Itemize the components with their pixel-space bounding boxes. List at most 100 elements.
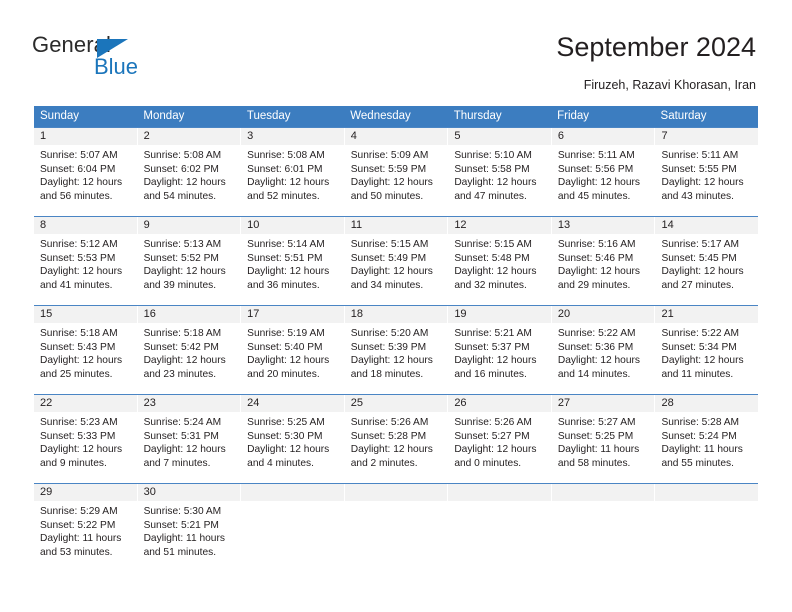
sunrise-text: Sunrise: 5:15 AM <box>350 239 429 250</box>
calendar-day-cell[interactable]: 16 Sunrise: 5:18 AM Sunset: 5:42 PM Dayligh… <box>137 306 242 394</box>
calendar-day-cell[interactable]: 29 Sunrise: 5:29 AM Sunset: 5:22 PM Dayligh… <box>34 484 138 572</box>
day-details: Sunrise: 5:29 AM Sunset: 5:22 PM Daylight:… <box>34 501 137 565</box>
day-number: 27 <box>551 395 655 412</box>
day-number: 6 <box>551 128 655 145</box>
calendar-day-cell[interactable]: 6 Sunrise: 5:11 AM Sunset: 5:56 PM Daylight… <box>551 128 656 216</box>
sunset-text: Sunset: 5:37 PM <box>454 341 530 353</box>
sunset-text: Sunset: 6:04 PM <box>40 163 116 175</box>
daylight-text-line1: Daylight: 12 hours <box>454 177 537 189</box>
daylight-text-line1: Daylight: 12 hours <box>350 355 433 367</box>
calendar-day-cell[interactable]: 1 Sunrise: 5:07 AM Sunset: 6:04 PM Daylight… <box>34 128 138 216</box>
daylight-text-line2: and 39 minutes. <box>143 279 217 291</box>
general-blue-logo[interactable]: General Blue <box>32 32 162 80</box>
day-number: 21 <box>655 306 759 323</box>
calendar-day-cell[interactable]: 8 Sunrise: 5:12 AM Sunset: 5:53 PM Daylight… <box>34 217 138 305</box>
sunrise-text: Sunrise: 5:18 AM <box>40 328 118 339</box>
daylight-text-line2: and 36 minutes. <box>247 279 320 291</box>
daylight-text-line2: and 51 minutes. <box>143 546 217 558</box>
calendar-day-cell[interactable]: 28 Sunrise: 5:28 AM Sunset: 5:24 PM Dayligh… <box>655 395 759 483</box>
calendar-week-row: 8 Sunrise: 5:12 AM Sunset: 5:53 PM Daylight… <box>34 216 759 305</box>
sunset-text: Sunset: 5:34 PM <box>661 341 737 353</box>
calendar-day-cell[interactable]: 21 Sunrise: 5:22 AM Sunset: 5:34 PM Dayligh… <box>655 306 759 394</box>
sunset-text: Sunset: 5:24 PM <box>661 430 737 442</box>
daylight-text-line2: and 41 minutes. <box>40 279 113 291</box>
day-number: 9 <box>137 217 241 234</box>
calendar-day-cell[interactable]: 18 Sunrise: 5:20 AM Sunset: 5:39 PM Dayligh… <box>344 306 449 394</box>
calendar-day-cell[interactable]: 11 Sunrise: 5:15 AM Sunset: 5:49 PM Dayligh… <box>344 217 449 305</box>
sunrise-text: Sunrise: 5:09 AM <box>350 150 429 161</box>
sunrise-text: Sunrise: 5:22 AM <box>557 328 636 339</box>
day-details: Sunrise: 5:08 AM Sunset: 6:01 PM Daylight:… <box>241 145 344 209</box>
calendar-day-cell[interactable]: 5 Sunrise: 5:10 AM Sunset: 5:58 PM Daylight… <box>448 128 552 216</box>
day-number: 17 <box>241 306 344 323</box>
sunrise-text: Sunrise: 5:24 AM <box>143 417 222 428</box>
sunrise-text: Sunrise: 5:21 AM <box>454 328 532 339</box>
sunrise-text: Sunrise: 5:26 AM <box>454 417 532 428</box>
day-number: 11 <box>344 217 448 234</box>
calendar-day-cell[interactable]: 14 Sunrise: 5:17 AM Sunset: 5:45 PM Dayligh… <box>655 217 759 305</box>
calendar-day-cell[interactable]: 4 Sunrise: 5:09 AM Sunset: 5:59 PM Daylight… <box>344 128 449 216</box>
daylight-text-line2: and 14 minutes. <box>557 368 631 380</box>
calendar-day-cell[interactable]: 12 Sunrise: 5:15 AM Sunset: 5:48 PM Dayligh… <box>448 217 552 305</box>
sunset-text: Sunset: 5:53 PM <box>40 252 116 264</box>
calendar-day-cell[interactable]: 26 Sunrise: 5:26 AM Sunset: 5:27 PM Dayligh… <box>448 395 552 483</box>
calendar-day-cell[interactable]: 23 Sunrise: 5:24 AM Sunset: 5:31 PM Dayligh… <box>137 395 242 483</box>
daylight-text-line2: and 16 minutes. <box>454 368 527 380</box>
day-details: Sunrise: 5:17 AM Sunset: 5:45 PM Daylight:… <box>655 234 758 298</box>
calendar-day-cell[interactable]: 20 Sunrise: 5:22 AM Sunset: 5:36 PM Dayligh… <box>551 306 656 394</box>
daylight-text-line2: and 45 minutes. <box>557 190 631 202</box>
day-number: 7 <box>655 128 759 145</box>
sunrise-text: Sunrise: 5:17 AM <box>661 239 740 250</box>
day-number: 26 <box>448 395 551 412</box>
sunset-text: Sunset: 5:52 PM <box>143 252 219 264</box>
sunset-text: Sunset: 6:02 PM <box>143 163 219 175</box>
sunset-text: Sunset: 5:33 PM <box>40 430 116 442</box>
sunset-text: Sunset: 5:49 PM <box>350 252 427 264</box>
sunset-text: Sunset: 5:36 PM <box>557 341 634 353</box>
calendar-day-cell[interactable]: 7 Sunrise: 5:11 AM Sunset: 5:55 PM Daylight… <box>655 128 759 216</box>
calendar-day-cell[interactable]: 24 Sunrise: 5:25 AM Sunset: 5:30 PM Dayligh… <box>241 395 345 483</box>
day-details: Sunrise: 5:26 AM Sunset: 5:28 PM Daylight:… <box>345 412 448 476</box>
calendar-day-cell[interactable]: 13 Sunrise: 5:16 AM Sunset: 5:46 PM Dayligh… <box>551 217 656 305</box>
calendar-day-cell-empty <box>241 484 345 572</box>
calendar-day-cell[interactable]: 19 Sunrise: 5:21 AM Sunset: 5:37 PM Dayligh… <box>448 306 552 394</box>
weekday-header-friday: Friday <box>557 110 590 122</box>
calendar-day-cell[interactable]: 27 Sunrise: 5:27 AM Sunset: 5:25 PM Dayligh… <box>551 395 656 483</box>
sunrise-text: Sunrise: 5:27 AM <box>557 417 636 428</box>
daylight-text-line1: Daylight: 12 hours <box>40 177 123 189</box>
sunrise-text: Sunrise: 5:25 AM <box>247 417 325 428</box>
day-details: Sunrise: 5:10 AM Sunset: 5:58 PM Daylight:… <box>448 145 551 209</box>
calendar-day-cell[interactable]: 17 Sunrise: 5:19 AM Sunset: 5:40 PM Dayligh… <box>241 306 345 394</box>
calendar-day-cell[interactable]: 3 Sunrise: 5:08 AM Sunset: 6:01 PM Daylight… <box>241 128 345 216</box>
day-details: Sunrise: 5:30 AM Sunset: 5:21 PM Daylight:… <box>138 501 241 565</box>
calendar-day-cell[interactable]: 30 Sunrise: 5:30 AM Sunset: 5:21 PM Dayligh… <box>137 484 242 572</box>
sunrise-text: Sunrise: 5:28 AM <box>661 417 740 428</box>
sunrise-text: Sunrise: 5:22 AM <box>661 328 740 339</box>
calendar-day-cell[interactable]: 2 Sunrise: 5:08 AM Sunset: 6:02 PM Daylight… <box>137 128 242 216</box>
calendar-day-cell[interactable]: 9 Sunrise: 5:13 AM Sunset: 5:52 PM Daylight… <box>137 217 242 305</box>
day-number: 2 <box>137 128 241 145</box>
calendar-day-cell-empty <box>344 484 449 572</box>
calendar-day-cell[interactable]: 15 Sunrise: 5:18 AM Sunset: 5:43 PM Dayligh… <box>34 306 138 394</box>
daylight-text-line1: Daylight: 12 hours <box>143 266 226 278</box>
daylight-text-line1: Daylight: 12 hours <box>40 355 123 367</box>
calendar-day-cell[interactable]: 22 Sunrise: 5:23 AM Sunset: 5:33 PM Dayligh… <box>34 395 138 483</box>
sunrise-text: Sunrise: 5:07 AM <box>40 150 118 161</box>
sunrise-text: Sunrise: 5:08 AM <box>143 150 222 161</box>
day-number <box>655 484 759 501</box>
daylight-text-line2: and 18 minutes. <box>350 368 424 380</box>
day-details: Sunrise: 5:28 AM Sunset: 5:24 PM Daylight:… <box>655 412 758 476</box>
day-number: 30 <box>137 484 241 501</box>
daylight-text-line1: Daylight: 12 hours <box>454 355 537 367</box>
day-number: 22 <box>34 395 137 412</box>
calendar-day-cell[interactable]: 25 Sunrise: 5:26 AM Sunset: 5:28 PM Dayligh… <box>344 395 449 483</box>
day-number: 3 <box>241 128 344 145</box>
day-number: 20 <box>551 306 655 323</box>
calendar-day-cell[interactable]: 10 Sunrise: 5:14 AM Sunset: 5:51 PM Dayligh… <box>241 217 345 305</box>
daylight-text-line2: and 27 minutes. <box>661 279 734 291</box>
day-details <box>448 501 551 511</box>
daylight-text-line2: and 11 minutes. <box>661 368 734 380</box>
day-number: 19 <box>448 306 551 323</box>
calendar-day-cell-empty <box>448 484 552 572</box>
daylight-text-line2: and 0 minutes. <box>454 457 522 469</box>
